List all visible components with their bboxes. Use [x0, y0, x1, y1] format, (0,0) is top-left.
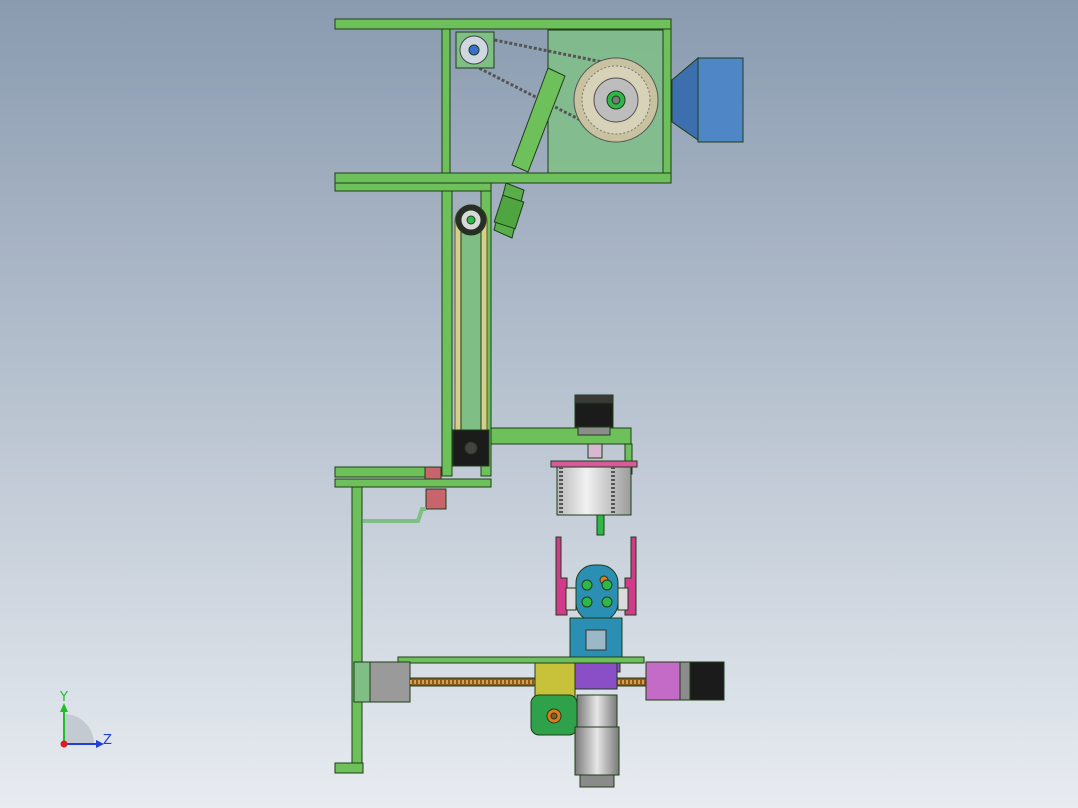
- stage-motor-flange: [679, 661, 691, 701]
- stage-left-endblock: [369, 661, 411, 703]
- triad-z-label: Z: [103, 733, 112, 748]
- gearbox-output-center: [550, 712, 558, 720]
- lower-rail-mount: [353, 661, 373, 703]
- column-belt-inner: [460, 214, 482, 456]
- top-frame-upper-beam: [334, 18, 672, 30]
- stage-rail: [397, 656, 645, 664]
- lower-motor-body: [574, 726, 620, 776]
- gripper-roller-1: [581, 579, 593, 591]
- red-block-upper: [424, 466, 442, 480]
- top-pulley-hub: [466, 215, 476, 225]
- column-left-rail: [441, 190, 453, 477]
- triad-x-origin-icon: [60, 740, 68, 748]
- gripper-body: [575, 564, 619, 622]
- small-sprocket-hub: [468, 44, 480, 56]
- triad-y-label: Y: [59, 690, 68, 705]
- stage-magenta-block: [645, 661, 681, 701]
- top-frame-lower-beam-2: [334, 182, 492, 192]
- hopper-body: [697, 57, 744, 143]
- lower-foot: [334, 762, 364, 774]
- stage-motor: [689, 661, 725, 701]
- rotary-coupling: [587, 443, 603, 459]
- hopper: [671, 56, 744, 143]
- lower-left-post: [351, 486, 363, 764]
- drum-top-plate: [550, 460, 638, 468]
- cad-viewport[interactable]: Y Z: [0, 0, 1078, 808]
- lower-motor-head: [576, 694, 618, 728]
- large-sprocket-bore: [611, 95, 621, 105]
- drum-body: [556, 466, 632, 516]
- rotary-motor-flange: [577, 426, 611, 436]
- top-frame-left-post: [441, 28, 451, 174]
- rotary-motor-cap: [574, 394, 614, 404]
- vertical-column: [441, 190, 492, 477]
- lower-motor-cap: [579, 774, 615, 788]
- red-block-lower: [425, 488, 447, 510]
- carriage-purple: [574, 662, 618, 690]
- column-motor-shaft: [464, 441, 478, 455]
- gripper-base-window: [585, 629, 607, 651]
- gripper-side-pins-left: [565, 587, 577, 611]
- gripper-roller-3: [581, 596, 593, 608]
- top-frame-right-post: [662, 28, 672, 174]
- gripper-side-pins-right: [617, 587, 629, 611]
- gripper-roller-4: [601, 596, 613, 608]
- mid-beam-lower: [334, 478, 492, 488]
- drum-shaft: [596, 514, 605, 536]
- top-frame-lower-beam: [334, 172, 672, 184]
- gripper-roller-2: [601, 579, 613, 591]
